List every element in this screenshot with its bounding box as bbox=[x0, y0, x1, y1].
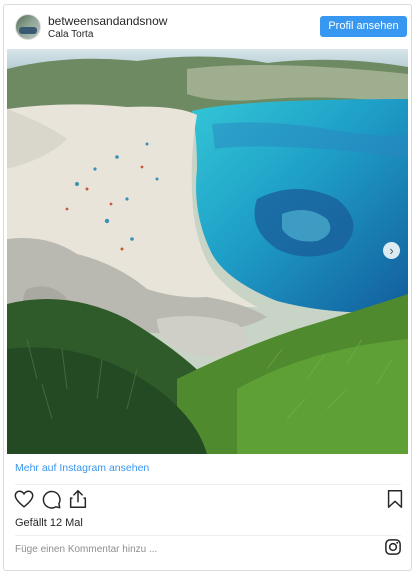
divider bbox=[15, 484, 401, 485]
comment-icon[interactable] bbox=[40, 488, 62, 510]
username[interactable]: betweensandandsnow bbox=[48, 14, 167, 28]
beach-photo bbox=[7, 49, 408, 454]
more-on-instagram-link[interactable]: Mehr auf Instagram ansehen bbox=[15, 462, 149, 474]
post-photo[interactable]: › bbox=[7, 49, 408, 454]
instagram-icon[interactable] bbox=[384, 538, 402, 556]
location-label[interactable]: Cala Torta bbox=[48, 29, 93, 40]
share-icon[interactable] bbox=[67, 488, 89, 510]
instagram-embed-card: betweensandandsnow Cala Torta Profil ans… bbox=[3, 4, 412, 571]
divider bbox=[15, 535, 401, 536]
heart-icon[interactable] bbox=[13, 488, 35, 510]
comment-input[interactable]: Füge einen Kommentar hinzu ... bbox=[15, 544, 157, 555]
post-header: betweensandandsnow Cala Torta Profil ans… bbox=[4, 5, 411, 49]
avatar[interactable] bbox=[15, 14, 41, 40]
action-bar bbox=[4, 488, 411, 516]
chevron-right-icon[interactable]: › bbox=[383, 242, 400, 259]
likes-count: Gefällt 12 Mal bbox=[15, 517, 83, 529]
bookmark-icon[interactable] bbox=[385, 488, 405, 510]
view-profile-button[interactable]: Profil ansehen bbox=[320, 16, 407, 37]
